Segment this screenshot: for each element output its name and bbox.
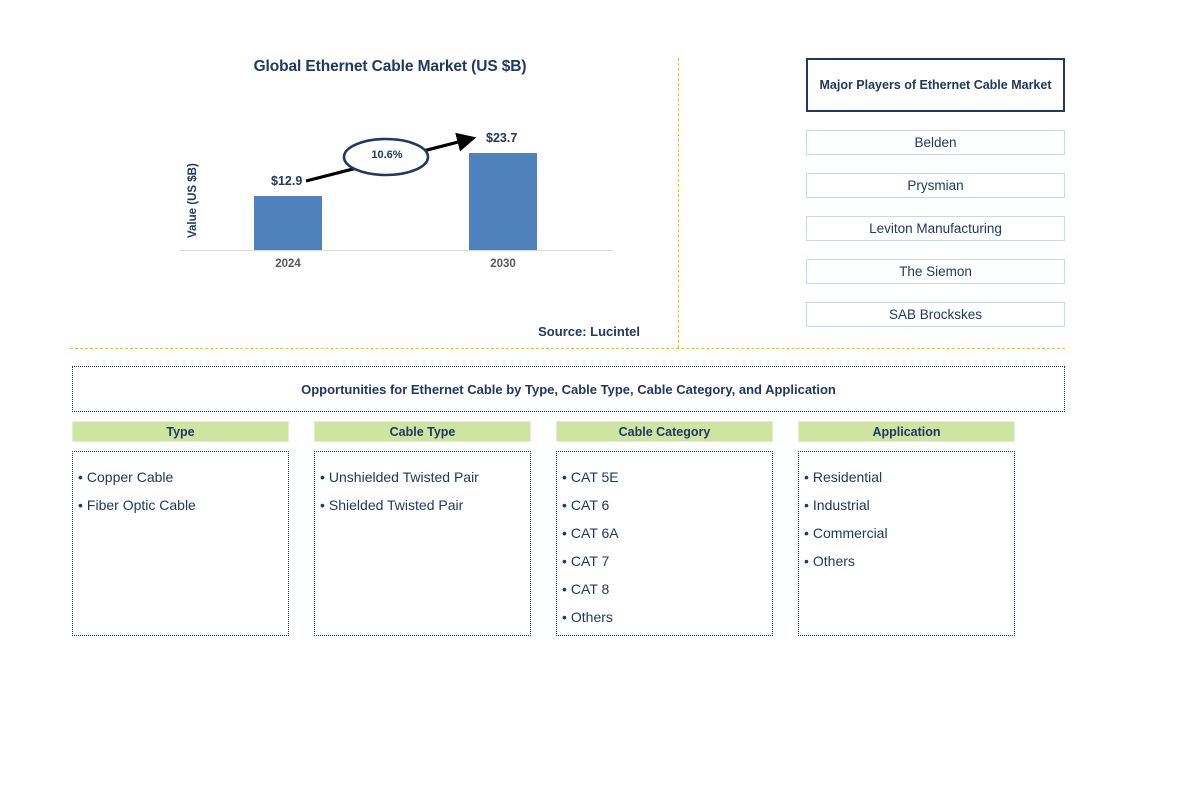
- list-item: • CAT 8: [562, 575, 768, 603]
- player-label: The Siemon: [899, 264, 972, 279]
- source-note: Source: Lucintel: [538, 324, 640, 339]
- bullet-icon: •: [804, 469, 809, 485]
- list-item-label: CAT 8: [570, 581, 610, 597]
- column-body: • Unshielded Twisted Pair • Shielded Twist…: [314, 451, 531, 636]
- bar-2024: [254, 196, 322, 250]
- list-item-label: Residential: [812, 469, 883, 485]
- bullet-icon: •: [562, 525, 567, 541]
- player-label: Prysmian: [907, 178, 964, 193]
- list-item: • Shielded Twisted Pair: [320, 491, 526, 519]
- column-body: • Residential • Industrial • Commercial • Ot…: [798, 451, 1015, 636]
- list-item-label: CAT 6: [570, 497, 610, 513]
- list-item: • Others: [804, 547, 1010, 575]
- cagr-value-label: 10.6%: [371, 149, 403, 161]
- list-item: • CAT 7: [562, 547, 768, 575]
- opportunity-column-cable-type: Cable Type • Unshielded Twisted Pair • Shi…: [314, 421, 531, 636]
- list-item-label: CAT 5E: [570, 469, 619, 485]
- opportunity-column-application: Application • Residential • Industrial • Co…: [798, 421, 1015, 636]
- player-row[interactable]: The Siemon: [806, 259, 1065, 284]
- player-label: Leviton Manufacturing: [869, 221, 1002, 236]
- category-label-2024: 2024: [275, 258, 301, 270]
- list-item: • Copper Cable: [78, 463, 284, 491]
- opportunities-banner: Opportunities for Ethernet Cable by Type…: [72, 366, 1065, 412]
- column-header: Cable Type: [314, 421, 531, 442]
- list-item-label: Fiber Optic Cable: [86, 497, 196, 513]
- bullet-icon: •: [562, 553, 567, 569]
- player-row[interactable]: Prysmian: [806, 173, 1065, 198]
- horizontal-divider: [70, 348, 1065, 349]
- list-item: • CAT 6A: [562, 519, 768, 547]
- list-item-label: Unshielded Twisted Pair: [328, 469, 479, 485]
- bullet-icon: •: [562, 497, 567, 513]
- list-item: • CAT 6: [562, 491, 768, 519]
- list-item-label: Others: [812, 553, 855, 569]
- column-header: Type: [72, 421, 289, 442]
- bullet-icon: •: [804, 553, 809, 569]
- list-item-label: Commercial: [812, 525, 888, 541]
- category-label-2030: 2030: [490, 258, 516, 270]
- column-header: Cable Category: [556, 421, 773, 442]
- player-label: SAB Brockskes: [888, 307, 983, 322]
- list-item-label: CAT 6A: [570, 525, 619, 541]
- list-item-label: Others: [570, 609, 613, 625]
- bullet-icon: •: [320, 469, 325, 485]
- opportunity-column-type: Type • Copper Cable • Fiber Optic Cable: [72, 421, 289, 636]
- bullet-icon: •: [804, 525, 809, 541]
- list-item-label: CAT 7: [570, 553, 610, 569]
- list-item: • Industrial: [804, 491, 1010, 519]
- opportunity-columns: Type • Copper Cable • Fiber Optic Cable Ca…: [72, 421, 1065, 636]
- player-row[interactable]: SAB Brockskes: [806, 302, 1065, 327]
- list-item-label: Copper Cable: [86, 469, 174, 485]
- player-row[interactable]: Belden: [806, 130, 1065, 155]
- opportunity-column-cable-category: Cable Category • CAT 5E • CAT 6 • CAT 6A • C…: [556, 421, 773, 636]
- chart-axis-baseline: [180, 250, 613, 251]
- major-players-title: Major Players of Ethernet Cable Market: [806, 58, 1065, 112]
- bullet-icon: •: [78, 497, 83, 513]
- list-item: • Commercial: [804, 519, 1010, 547]
- bullet-icon: •: [804, 497, 809, 513]
- list-item-label: Shielded Twisted Pair: [328, 497, 464, 513]
- column-body: • Copper Cable • Fiber Optic Cable: [72, 451, 289, 636]
- major-players-panel: Major Players of Ethernet Cable Market B…: [806, 58, 1065, 327]
- list-item-label: Industrial: [812, 497, 870, 513]
- chart-y-axis-label: Value (US $B): [187, 163, 199, 239]
- bullet-icon: •: [562, 609, 567, 625]
- bullet-icon: •: [562, 581, 567, 597]
- list-item: • Fiber Optic Cable: [78, 491, 284, 519]
- list-item: • CAT 5E: [562, 463, 768, 491]
- player-row[interactable]: Leviton Manufacturing: [806, 216, 1065, 241]
- list-item: • Others: [562, 603, 768, 631]
- list-item: • Unshielded Twisted Pair: [320, 463, 526, 491]
- list-item: • Residential: [804, 463, 1010, 491]
- column-header: Application: [798, 421, 1015, 442]
- bullet-icon: •: [562, 469, 567, 485]
- chart-title: Global Ethernet Cable Market (US $B): [253, 58, 527, 75]
- player-label: Belden: [914, 135, 957, 150]
- bullet-icon: •: [320, 497, 325, 513]
- bullet-icon: •: [78, 469, 83, 485]
- vertical-divider: [678, 58, 679, 348]
- column-body: • CAT 5E • CAT 6 • CAT 6A • CAT 7 • CAT 8 • Ot…: [556, 451, 773, 636]
